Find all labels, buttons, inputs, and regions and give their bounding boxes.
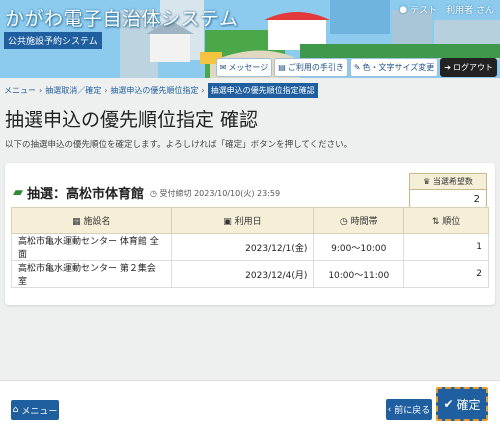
col-rank: ⇅ 順位: [403, 207, 489, 234]
clock-icon: ◷: [150, 189, 157, 198]
rank-cell: 1: [403, 233, 489, 261]
facility-cell: 高松市亀水運動センター 体育館 全面: [11, 233, 172, 261]
facility-cell: 高松市亀水運動センター 第２集会室: [11, 260, 172, 288]
check-icon: ✔: [443, 397, 454, 411]
hope-count-label: 当選希望数: [432, 177, 473, 186]
breadcrumb-priority[interactable]: 抽選申込の優先順位指定: [110, 85, 198, 96]
message-button[interactable]: ✉ メッセージ: [215, 58, 273, 77]
breadcrumb-separator: ›: [104, 86, 108, 95]
confirm-button[interactable]: ✔ 確定: [436, 387, 488, 421]
table-row: 高松市亀水運動センター 第２集会室 2023/12/4(月) 10:00～11:…: [11, 260, 489, 288]
time-cell: 10:00～11:00: [313, 260, 405, 288]
guide-label: ご利用の手引き: [287, 63, 344, 72]
trophy-icon: ♛: [423, 177, 431, 186]
header: かがわ電子自治体システム 公共施設予約システム ● テスト 利用者 さん ✉ メ…: [0, 0, 500, 78]
deadline: ◷ 受付締切 2023/10/10(火) 23:59: [150, 188, 280, 199]
user-icon: ●: [399, 4, 408, 15]
folder-icon: ▰: [13, 185, 23, 200]
lottery-card: ▰ 抽選：高松市体育館 ◷ 受付締切 2023/10/10(火) 23:59 ♛…: [5, 163, 495, 305]
user-info: ● テスト 利用者 さん: [399, 3, 494, 17]
col-date: ▣ 利用日: [170, 207, 315, 234]
app-subtitle: 公共施設予約システム: [4, 32, 102, 49]
col-rank-label: 順位: [442, 217, 461, 227]
book-icon: ▤: [278, 63, 286, 72]
brush-icon: ✎: [353, 63, 361, 72]
building-icon: ▦: [72, 217, 81, 227]
calendar-icon: ▣: [223, 217, 232, 227]
rank-cell: 2: [403, 260, 489, 288]
user-name: テスト 利用者 さん: [410, 6, 494, 16]
date-cell: 2023/12/1(金): [170, 233, 315, 261]
logout-icon: ➔: [444, 63, 451, 72]
col-time-label: 時間帯: [350, 217, 378, 227]
app-title: かがわ電子自治体システム: [5, 8, 239, 30]
menu-button[interactable]: ⌂ メニュー: [11, 400, 59, 420]
deadline-label: 受付締切: [159, 189, 192, 198]
clock-icon: ◷: [339, 217, 348, 227]
col-facility: ▦ 施設名: [11, 207, 172, 234]
card-title-text: 抽選：高松市体育館: [27, 187, 145, 202]
back-button[interactable]: ‹ 前に戻る: [386, 399, 432, 420]
table-header-row: ▦ 施設名 ▣ 利用日 ◷ 時間帯 ⇅ 順位: [11, 207, 489, 234]
breadcrumb-cancel-confirm[interactable]: 抽選取消／確定: [45, 85, 101, 96]
breadcrumb-menu[interactable]: メニュー: [4, 85, 36, 96]
col-time: ◷ 時間帯: [313, 207, 405, 234]
priority-table: ▦ 施設名 ▣ 利用日 ◷ 時間帯 ⇅ 順位 高松市亀水運動センター 体育館 全…: [11, 207, 489, 288]
card-header: ▰ 抽選：高松市体育館 ◷ 受付締切 2023/10/10(火) 23:59: [13, 183, 280, 202]
card-title: ▰ 抽選：高松市体育館: [13, 183, 144, 202]
page-title: 抽選申込の優先順位指定 確認: [5, 109, 259, 131]
message-label: メッセージ: [228, 63, 269, 72]
time-cell: 9:00～10:00: [313, 233, 405, 261]
breadcrumb-separator: ›: [201, 86, 205, 95]
col-date-label: 利用日: [234, 217, 262, 227]
footer-bar: ⌂ メニュー ‹ 前に戻る ✔ 確定: [0, 380, 500, 425]
sort-icon: ⇅: [431, 217, 440, 227]
hope-count-header: ♛ 当選希望数: [410, 174, 486, 190]
header-buttons: ✉ メッセージ ▤ ご利用の手引き ✎ 色・文字サイズ変更 ➔ ログアウト: [215, 58, 497, 77]
back-button-label: 前に戻る: [394, 406, 431, 416]
confirm-button-label: 確定: [456, 397, 481, 412]
chat-icon: ✉: [219, 63, 227, 72]
guide-button[interactable]: ▤ ご利用の手引き: [274, 58, 348, 77]
chevron-left-icon: ‹: [387, 404, 392, 415]
breadcrumb-current: 抽選申込の優先順位指定確認: [207, 83, 318, 98]
menu-button-label: メニュー: [21, 406, 58, 417]
table-row: 高松市亀水運動センター 体育館 全面 2023/12/1(金) 9:00～10:…: [11, 233, 489, 261]
logout-label: ログアウト: [453, 63, 493, 72]
breadcrumb-separator: ›: [39, 86, 43, 95]
page-description: 以下の抽選申込の優先順位を確定します。よろしければ「確定」ボタンを押してください…: [5, 140, 353, 150]
date-cell: 2023/12/4(月): [170, 260, 315, 288]
logout-button[interactable]: ➔ ログアウト: [440, 58, 497, 77]
home-icon: ⌂: [12, 405, 19, 415]
color-size-label: 色・文字サイズ変更: [362, 63, 435, 72]
col-facility-label: 施設名: [83, 217, 111, 227]
deadline-value: 2023/10/10(火) 23:59: [194, 189, 281, 198]
breadcrumb: メニュー › 抽選取消／確定 › 抽選申込の優先順位指定 › 抽選申込の優先順位…: [4, 83, 318, 98]
color-size-button[interactable]: ✎ 色・文字サイズ変更: [349, 58, 439, 77]
hope-count-box: ♛ 当選希望数 2: [409, 173, 487, 209]
